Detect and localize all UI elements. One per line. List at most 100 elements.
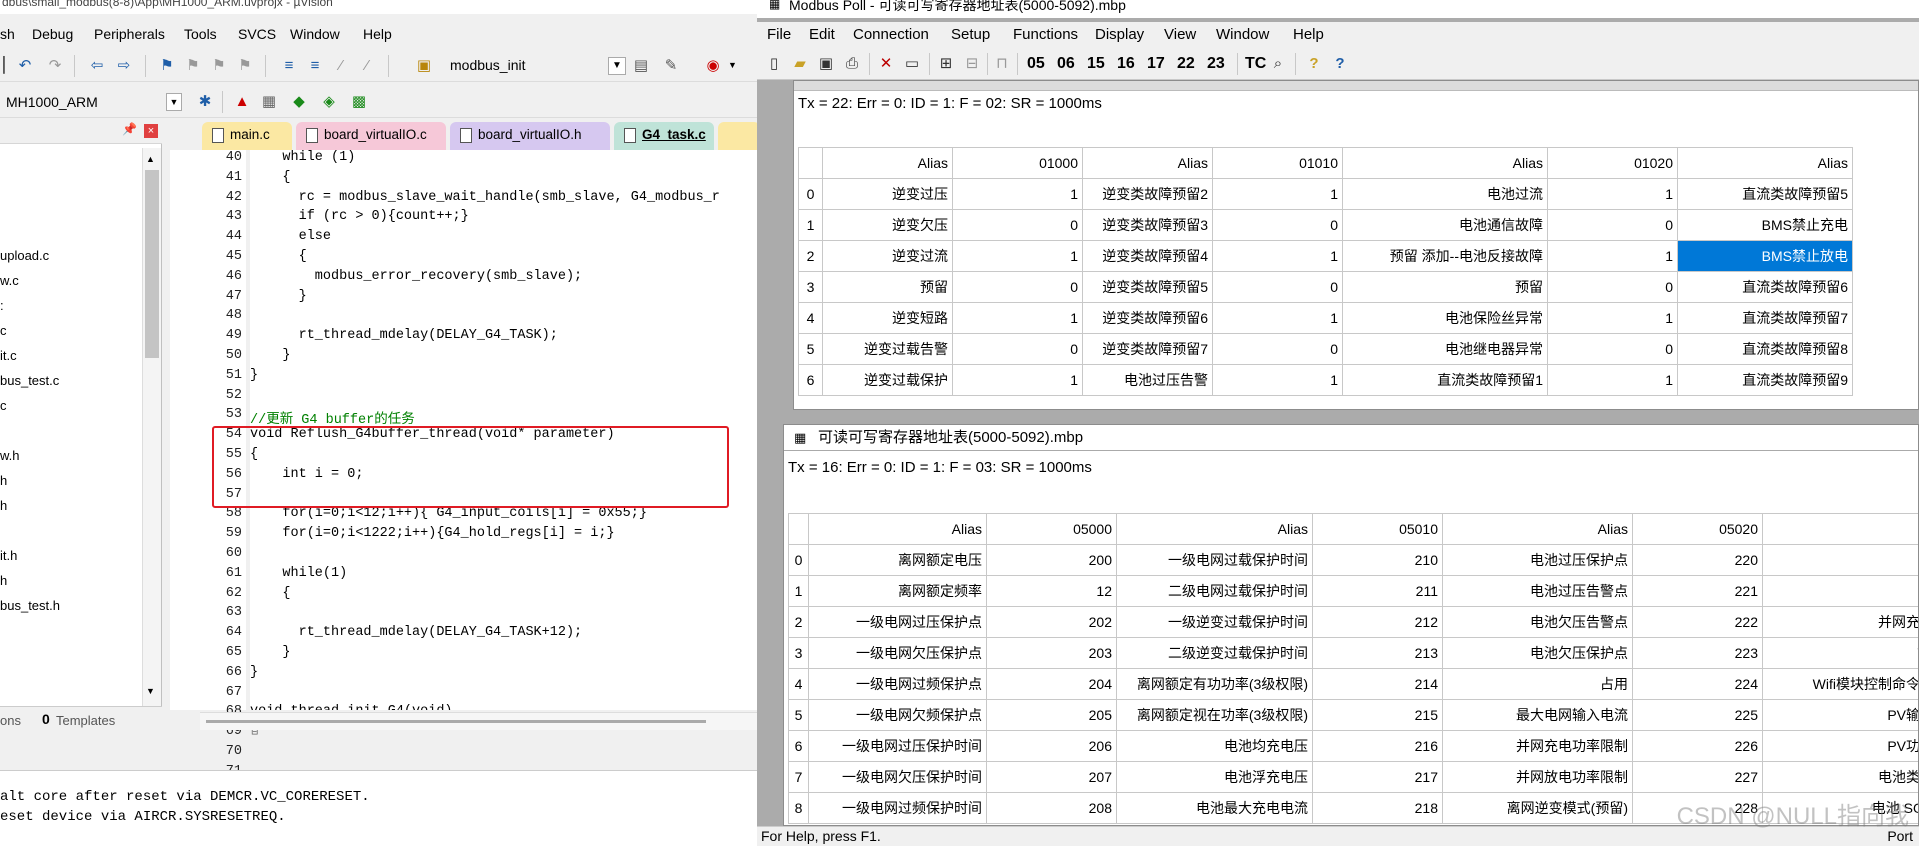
- table-cell[interactable]: 逆变过流: [822, 240, 953, 272]
- table-cell[interactable]: 二级电网过载保护时间: [1116, 575, 1313, 607]
- project-file[interactable]: c: [0, 398, 7, 413]
- tab-templates[interactable]: Templates: [56, 713, 115, 728]
- disconnect-icon[interactable]: ✕: [877, 55, 895, 73]
- table-cell[interactable]: PV输入: [1762, 699, 1918, 731]
- print-icon[interactable]: ⎙: [843, 55, 861, 73]
- table-cell[interactable]: 直流类故障预留5: [1677, 178, 1853, 210]
- project-file[interactable]: w.c: [0, 273, 19, 288]
- column-header[interactable]: Alias: [822, 147, 953, 179]
- table-cell[interactable]: 0: [952, 333, 1083, 365]
- tab-more[interactable]: [718, 122, 757, 150]
- menu-svcs[interactable]: SVCS: [238, 26, 276, 42]
- row-header[interactable]: 5: [788, 699, 809, 731]
- menu-file[interactable]: File: [767, 26, 791, 43]
- table-cell[interactable]: 逆变短路: [822, 302, 953, 334]
- table-cell[interactable]: 200: [986, 544, 1117, 576]
- column-header[interactable]: Alias: [1082, 147, 1213, 179]
- table-cell[interactable]: 224: [1632, 668, 1763, 700]
- row-header[interactable]: 7: [788, 761, 809, 793]
- row-header[interactable]: 2: [788, 606, 809, 638]
- table-cell[interactable]: 直流类故障预留9: [1677, 364, 1853, 396]
- close-icon[interactable]: ×: [144, 124, 158, 138]
- table-cell[interactable]: 电池浮充电压: [1116, 761, 1313, 793]
- target-options-icon[interactable]: ✱: [196, 93, 214, 111]
- table-cell[interactable]: 203: [986, 637, 1117, 669]
- coils-window-titlebar[interactable]: [794, 81, 1918, 91]
- table-cell[interactable]: 0: [952, 209, 1083, 241]
- row-header[interactable]: 0: [788, 544, 809, 576]
- indent-icon[interactable]: ≡: [280, 57, 298, 75]
- table-cell[interactable]: 216: [1312, 730, 1443, 762]
- table-cell[interactable]: 211: [1312, 575, 1443, 607]
- table-cell[interactable]: 逆变过压: [822, 178, 953, 210]
- table-cell[interactable]: 电池保险丝异常: [1342, 302, 1548, 334]
- table-cell[interactable]: 离网额定视在功率(3级权限): [1116, 699, 1313, 731]
- tab-main-c[interactable]: main.c: [202, 122, 292, 150]
- bookmark-clear-icon[interactable]: ⚑: [236, 57, 254, 75]
- project-file[interactable]: it.c: [0, 348, 17, 363]
- column-header[interactable]: Alias: [1342, 147, 1548, 179]
- redo-icon[interactable]: ↷: [46, 57, 64, 75]
- function-combo-value[interactable]: modbus_init: [450, 57, 526, 73]
- menu-project[interactable]: sh: [0, 26, 15, 42]
- table-cell[interactable]: 1: [952, 178, 1083, 210]
- table-cell[interactable]: Wifi模块控制命令清: [1762, 668, 1918, 700]
- project-file[interactable]: :: [0, 298, 4, 313]
- table-cell[interactable]: 1: [1212, 364, 1343, 396]
- project-file[interactable]: bus_test.c: [0, 373, 59, 388]
- table-cell[interactable]: 226: [1632, 730, 1763, 762]
- table-cell[interactable]: 204: [986, 668, 1117, 700]
- tab-board-virtualio-c[interactable]: board_virtualIO.c: [296, 122, 446, 150]
- row-header[interactable]: 1: [798, 209, 823, 241]
- column-header[interactable]: Alias: [1116, 513, 1313, 545]
- column-header[interactable]: Alias: [1442, 513, 1633, 545]
- table-cell[interactable]: 离网额定频率: [808, 575, 987, 607]
- tab-board-virtualio-h[interactable]: board_virtualIO.h: [450, 122, 610, 150]
- column-header[interactable]: Alias: [1677, 147, 1853, 179]
- table-cell[interactable]: 电池过流: [1342, 178, 1548, 210]
- communication-log-icon[interactable]: ⌕: [1269, 55, 1287, 73]
- test-center-button[interactable]: TC: [1245, 54, 1266, 74]
- table-cell[interactable]: 206: [986, 730, 1117, 762]
- table-cell[interactable]: 202: [986, 606, 1117, 638]
- pulse-icon[interactable]: ⊓: [993, 55, 1011, 73]
- table-cell[interactable]: 逆变过载告警: [822, 333, 953, 365]
- table-cell[interactable]: 逆变欠压: [822, 209, 953, 241]
- table-cell[interactable]: 205: [986, 699, 1117, 731]
- table-cell[interactable]: 0: [1547, 271, 1678, 303]
- scrollbar-thumb[interactable]: [145, 170, 159, 358]
- find-in-files-icon[interactable]: ▣: [415, 57, 433, 75]
- editor-hscrollbar[interactable]: [200, 712, 757, 730]
- file-search-icon[interactable]: ▤: [632, 57, 650, 75]
- table-cell[interactable]: 1: [1547, 302, 1678, 334]
- table-cell[interactable]: 215: [1312, 699, 1443, 731]
- table-cell[interactable]: 12: [986, 575, 1117, 607]
- column-header[interactable]: Alias: [808, 513, 987, 545]
- table-cell[interactable]: 一级电网过载保护时间: [1116, 544, 1313, 576]
- table-cell[interactable]: 一级电网欠压保护点: [808, 637, 987, 669]
- column-header[interactable]: 05000: [986, 513, 1117, 545]
- table-cell[interactable]: 1: [1547, 364, 1678, 396]
- menu-debug[interactable]: Debug: [32, 26, 73, 42]
- registers-window[interactable]: ▦ 可读可写寄存器地址表(5000-5092).mbp Tx = 16: Err…: [783, 424, 1919, 826]
- read-write-icon[interactable]: ⊞: [937, 55, 955, 73]
- table-cell[interactable]: 1: [1547, 240, 1678, 272]
- debug-session-icon[interactable]: ◉: [704, 57, 722, 75]
- table-cell[interactable]: 一级电网欠频保护点: [808, 699, 987, 731]
- table-cell[interactable]: 离网额定有功功率(3级权限): [1116, 668, 1313, 700]
- row-header[interactable]: 6: [788, 730, 809, 762]
- table-cell[interactable]: 1: [1212, 178, 1343, 210]
- project-file[interactable]: h: [0, 473, 7, 488]
- table-cell[interactable]: 占用: [1442, 668, 1633, 700]
- menu-edit[interactable]: Edit: [809, 26, 835, 43]
- comment-icon[interactable]: ⁄: [332, 57, 350, 75]
- table-cell[interactable]: 218: [1312, 792, 1443, 824]
- column-header[interactable]: 01000: [952, 147, 1083, 179]
- table-cell[interactable]: 电池均充电压: [1116, 730, 1313, 762]
- table-cell[interactable]: [1762, 575, 1918, 607]
- table-cell[interactable]: 直流类故障预留1: [1342, 364, 1548, 396]
- open-folder-icon[interactable]: ▰: [791, 55, 809, 73]
- table-cell[interactable]: 208: [986, 792, 1117, 824]
- table-cell[interactable]: 1: [1212, 302, 1343, 334]
- fc-05-button[interactable]: 05: [1027, 54, 1045, 74]
